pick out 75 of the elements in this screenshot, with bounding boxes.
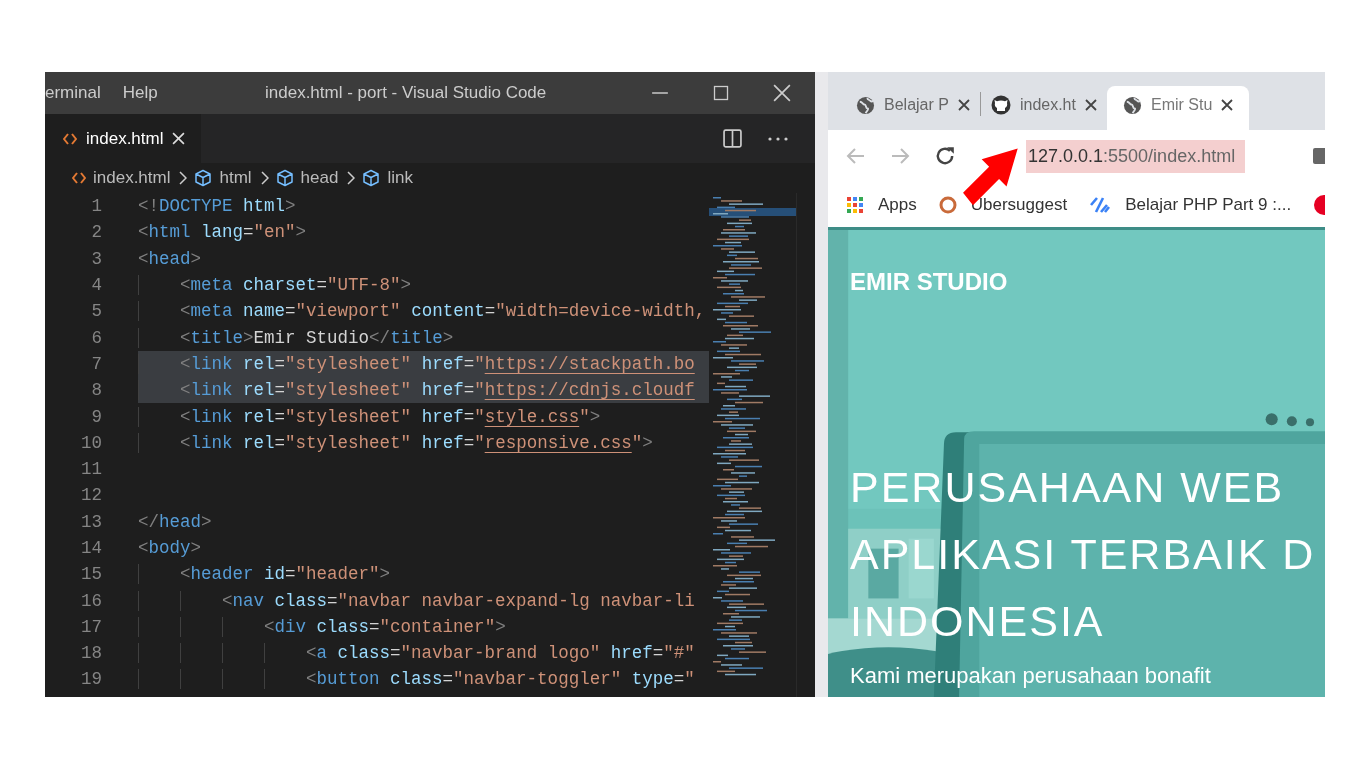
window-title: index.html - port - Visual Studio Code bbox=[265, 83, 548, 103]
menu-item[interactable]: erminal bbox=[45, 83, 101, 103]
code-line: </head> bbox=[138, 510, 213, 534]
editor-tab[interactable]: index.html bbox=[45, 114, 202, 163]
code-line: <a class="navbar-brand logo" href="#" bbox=[138, 640, 710, 667]
breadcrumb-item[interactable]: head bbox=[300, 168, 339, 188]
hero-heading-line: APLIKASI TERBAIK D bbox=[850, 529, 1316, 580]
line-number: 14 bbox=[80, 538, 102, 558]
line-number: 5 bbox=[90, 301, 102, 322]
line-number: 10 bbox=[80, 432, 102, 453]
close-icon[interactable] bbox=[957, 99, 970, 111]
stripes-icon bbox=[1089, 195, 1112, 214]
line-number: 3 bbox=[90, 248, 102, 269]
reload-icon[interactable] bbox=[934, 145, 956, 167]
close-icon[interactable] bbox=[1084, 99, 1097, 111]
code-line: <body> bbox=[138, 537, 203, 560]
breadcrumb-item[interactable]: link bbox=[387, 168, 413, 188]
hero-heading-line: INDONESIA bbox=[850, 596, 1106, 647]
code-brackets-icon bbox=[72, 172, 86, 184]
code-line: <head> bbox=[138, 247, 203, 271]
line-number: 12 bbox=[80, 485, 102, 506]
code-line: <meta name="viewport" content="width=device-width, bbox=[138, 298, 710, 325]
cube-icon bbox=[362, 169, 381, 187]
line-number: 18 bbox=[80, 643, 102, 664]
breadcrumb-item[interactable]: index.html bbox=[93, 168, 171, 188]
bookmark-icon[interactable] bbox=[1313, 193, 1326, 216]
line-number: 11 bbox=[80, 459, 102, 480]
breadcrumb-item[interactable]: html bbox=[219, 168, 252, 188]
code-line: <button class="navbar-toggler" type=" bbox=[138, 666, 710, 693]
line-number: 2 bbox=[90, 222, 102, 243]
line-number: 8 bbox=[90, 380, 102, 401]
line-number: 17 bbox=[80, 616, 102, 637]
menu-item[interactable]: Help bbox=[122, 83, 158, 103]
code-line: <link rel="stylesheet" href="style.css"> bbox=[138, 403, 710, 430]
circle-icon bbox=[938, 195, 957, 214]
code-line: <link rel="stylesheet" href="responsive.css"> bbox=[138, 429, 710, 456]
chevron-icon bbox=[179, 171, 188, 185]
line-number: 15 bbox=[80, 564, 102, 585]
line-number: 16 bbox=[80, 590, 102, 611]
hero-heading-line: PERUSAHAAN WEB bbox=[850, 462, 1286, 513]
code-line: <header id="header"> bbox=[138, 561, 710, 588]
browser-tab[interactable]: index.ht bbox=[980, 86, 1107, 130]
code-line: <nav class="navbar navbar-expand-lg navbar-li bbox=[138, 587, 710, 614]
browser-tab[interactable]: Emir Stu bbox=[1106, 86, 1250, 130]
bookmark[interactable]: Belajar PHP Part 9 :... bbox=[1089, 194, 1292, 215]
code-line: <html lang="en"> bbox=[138, 221, 308, 245]
maximize-icon[interactable] bbox=[713, 85, 729, 101]
cube-icon bbox=[194, 169, 213, 187]
globe-icon bbox=[856, 95, 875, 115]
cat-icon bbox=[990, 95, 1011, 115]
hero-text: Kami merupakan perusahaan bonafit bbox=[850, 663, 1211, 689]
line-number: 13 bbox=[80, 511, 102, 532]
cube-icon bbox=[275, 169, 294, 187]
code-line: <meta charset="UTF-8"> bbox=[138, 272, 710, 299]
close-icon[interactable] bbox=[1221, 99, 1234, 111]
more-icon[interactable] bbox=[768, 136, 788, 141]
bookmark[interactable]: Ubersuggest bbox=[938, 194, 1068, 215]
chevron-icon bbox=[347, 171, 356, 185]
line-number: 19 bbox=[80, 669, 102, 690]
line-number: 9 bbox=[90, 406, 102, 427]
bookmark[interactable]: Apps bbox=[846, 194, 917, 215]
globe-icon bbox=[1122, 95, 1142, 115]
line-number: 7 bbox=[90, 353, 102, 374]
address-field[interactable]: 127.0.0.1:5500/index.html bbox=[1026, 139, 1246, 173]
code-line: <!DOCTYPE html> bbox=[138, 195, 297, 219]
code-line: <div class="container"> bbox=[138, 613, 710, 640]
chevron-icon bbox=[260, 171, 269, 185]
apps-grid-icon bbox=[846, 195, 864, 214]
browser-tab[interactable]: Belajar P bbox=[846, 86, 980, 130]
line-number: 6 bbox=[90, 327, 102, 348]
line-number: 4 bbox=[90, 275, 102, 296]
code-line: <title>Emir Studio</title> bbox=[138, 324, 710, 351]
line-number: 1 bbox=[90, 196, 102, 217]
split-editor-icon[interactable] bbox=[723, 129, 742, 148]
code-brackets-icon bbox=[63, 132, 77, 145]
